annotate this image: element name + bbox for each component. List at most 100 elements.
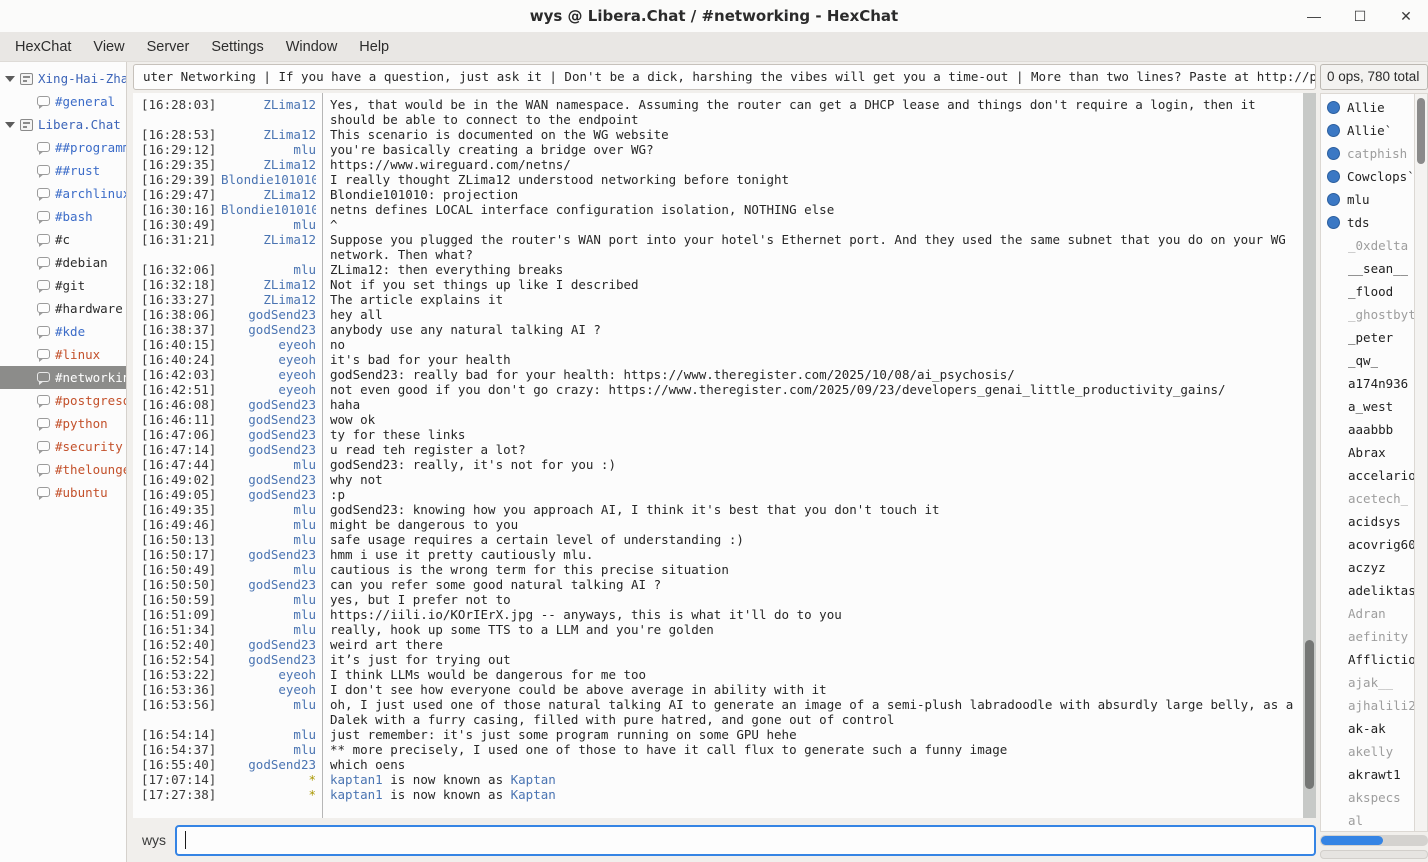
nick[interactable]: eyeoh — [221, 667, 316, 682]
userlist-row[interactable]: a174n936 — [1321, 372, 1414, 395]
userlist-scrollbar-thumb[interactable] — [1417, 98, 1425, 164]
menu-settings[interactable]: Settings — [200, 34, 274, 60]
menu-help[interactable]: Help — [348, 34, 400, 60]
userlist-row[interactable]: tds — [1321, 211, 1414, 234]
userlist-row[interactable]: acovrig60 — [1321, 533, 1414, 556]
event-star[interactable]: * — [221, 787, 316, 802]
nick[interactable]: ZLima12 — [221, 232, 316, 262]
nick[interactable]: ZLima12 — [221, 187, 316, 202]
userlist-row[interactable]: ajhalili2 — [1321, 694, 1414, 717]
userlist-row[interactable]: Affliction — [1321, 648, 1414, 671]
topic-input[interactable]: uter Networking | If you have a question… — [133, 64, 1316, 90]
tree-channel-git[interactable]: #git — [0, 274, 126, 297]
nick[interactable]: godSend23 — [221, 472, 316, 487]
nick-reference[interactable]: kaptan1 — [330, 772, 383, 787]
userlist-row[interactable]: __sean__ — [1321, 257, 1414, 280]
tree-channel-ubuntu[interactable]: #ubuntu — [0, 481, 126, 504]
userlist-hscrollbar-thumb[interactable] — [1321, 836, 1383, 845]
userlist-row[interactable]: Allie` — [1321, 119, 1414, 142]
nick[interactable]: godSend23 — [221, 637, 316, 652]
message-input[interactable] — [175, 825, 1316, 856]
userlist-row[interactable]: ak-ak — [1321, 717, 1414, 740]
nick[interactable]: godSend23 — [221, 547, 316, 562]
nick[interactable]: mlu — [221, 727, 316, 742]
expander-down-icon[interactable] — [5, 76, 15, 82]
nick[interactable]: eyeoh — [221, 352, 316, 367]
userlist-row[interactable]: acetech_ — [1321, 487, 1414, 510]
nick[interactable]: godSend23 — [221, 397, 316, 412]
tree-channel-kde[interactable]: #kde — [0, 320, 126, 343]
nick[interactable]: godSend23 — [221, 322, 316, 337]
nick[interactable]: eyeoh — [221, 682, 316, 697]
nick[interactable]: godSend23 — [221, 577, 316, 592]
userlist-row[interactable]: aczyz — [1321, 556, 1414, 579]
userlist-scrollbar[interactable] — [1414, 93, 1428, 832]
nick-reference[interactable]: Kaptan — [511, 787, 556, 802]
nick[interactable]: ZLima12 — [221, 157, 316, 172]
nick[interactable]: mlu — [221, 532, 316, 547]
own-nick-label[interactable]: wys — [133, 832, 175, 848]
userlist-row[interactable]: Adran — [1321, 602, 1414, 625]
nick-reference[interactable]: kaptan1 — [330, 787, 383, 802]
menu-server[interactable]: Server — [136, 34, 201, 60]
userlist-row[interactable]: aefinity — [1321, 625, 1414, 648]
nick[interactable]: mlu — [221, 457, 316, 472]
tree-channel-linux[interactable]: #linux — [0, 343, 126, 366]
nick[interactable]: mlu — [221, 517, 316, 532]
menu-window[interactable]: Window — [275, 34, 349, 60]
maximize-icon[interactable]: ☐ — [1352, 8, 1368, 25]
user-list[interactable]: AllieAllie`catphishCowclops`mlutds_0xdel… — [1320, 93, 1414, 832]
userlist-row[interactable]: Abrax — [1321, 441, 1414, 464]
nick-reference[interactable]: Kaptan — [511, 772, 556, 787]
userlist-row[interactable]: _ghostbyte — [1321, 303, 1414, 326]
tree-channel-postgresql[interactable]: #postgresql — [0, 389, 126, 412]
nick[interactable]: mlu — [221, 592, 316, 607]
userlist-row[interactable]: _qw_ — [1321, 349, 1414, 372]
userlist-row[interactable]: acidsys — [1321, 510, 1414, 533]
userlist-row[interactable]: catphish — [1321, 142, 1414, 165]
userlist-hscrollbar[interactable] — [1320, 835, 1428, 846]
nick[interactable]: ZLima12 — [221, 277, 316, 292]
userlist-row[interactable]: _flood — [1321, 280, 1414, 303]
userlist-row[interactable]: akelly — [1321, 740, 1414, 763]
nick[interactable]: ZLima12 — [221, 97, 316, 127]
userlist-row[interactable]: Cowclops` — [1321, 165, 1414, 188]
nick[interactable]: eyeoh — [221, 367, 316, 382]
nick[interactable]: godSend23 — [221, 487, 316, 502]
menu-hexchat[interactable]: HexChat — [4, 34, 82, 60]
nick[interactable]: mlu — [221, 142, 316, 157]
tree-channel-general[interactable]: #general — [0, 90, 126, 113]
nick[interactable]: mlu — [221, 502, 316, 517]
chat-scrollbar-thumb[interactable] — [1305, 640, 1314, 789]
tree-channel-hardware[interactable]: #hardware — [0, 297, 126, 320]
nick[interactable]: eyeoh — [221, 337, 316, 352]
tree-channel-c[interactable]: #c — [0, 228, 126, 251]
server-channel-tree[interactable]: Xing-Hai-Zhan#generalLibera.Chat##progra… — [0, 62, 127, 862]
nick[interactable]: Blondie101010 — [221, 172, 316, 187]
minimize-icon[interactable]: — — [1306, 8, 1322, 24]
userlist-row[interactable]: mlu — [1321, 188, 1414, 211]
tree-channel-archlinux[interactable]: #archlinux — [0, 182, 126, 205]
tree-channel-networking[interactable]: #networking — [0, 366, 126, 389]
tree-channel-security[interactable]: #security — [0, 435, 126, 458]
chat-scrollbar[interactable] — [1303, 93, 1316, 818]
tree-network-row[interactable]: Libera.Chat — [0, 113, 126, 136]
nick[interactable]: mlu — [221, 607, 316, 622]
expander-down-icon[interactable] — [5, 122, 15, 128]
userlist-row[interactable]: adeliktas — [1321, 579, 1414, 602]
userlist-row[interactable]: aaabbb — [1321, 418, 1414, 441]
userlist-row[interactable]: _peter — [1321, 326, 1414, 349]
userlist-row[interactable]: akspecs — [1321, 786, 1414, 809]
titlebar[interactable]: wys @ Libera.Chat / #networking - HexCha… — [0, 0, 1428, 32]
nick[interactable]: godSend23 — [221, 652, 316, 667]
tree-network-row[interactable]: Xing-Hai-Zhan — [0, 67, 126, 90]
tree-channel-debian[interactable]: #debian — [0, 251, 126, 274]
nick[interactable]: mlu — [221, 262, 316, 277]
nick[interactable]: godSend23 — [221, 307, 316, 322]
close-icon[interactable]: ✕ — [1398, 8, 1414, 25]
nick[interactable]: mlu — [221, 697, 316, 727]
nick[interactable]: godSend23 — [221, 412, 316, 427]
nick[interactable]: godSend23 — [221, 442, 316, 457]
tree-channel-bash[interactable]: #bash — [0, 205, 126, 228]
nick[interactable]: mlu — [221, 217, 316, 232]
